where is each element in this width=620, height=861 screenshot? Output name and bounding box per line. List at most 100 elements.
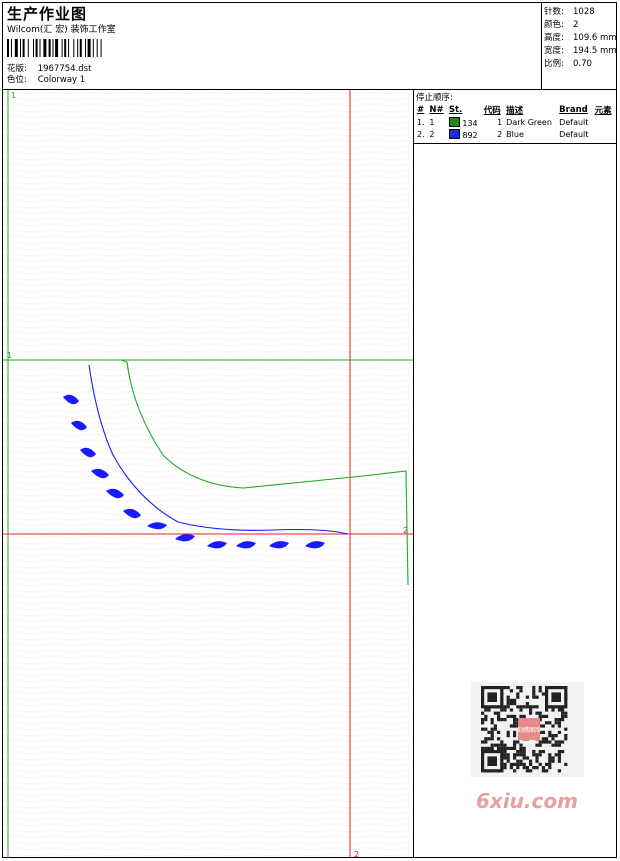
qr-module	[522, 753, 526, 757]
qr-module	[506, 730, 510, 734]
qr-module	[513, 762, 517, 766]
qr-module	[519, 746, 523, 750]
qr-module	[519, 743, 523, 747]
qr-module	[497, 714, 501, 718]
qr-module	[503, 708, 507, 712]
barcode-bar	[96, 39, 98, 57]
element	[593, 116, 615, 128]
brand: Default	[559, 129, 589, 139]
stat-stitches: 针数: 1028	[544, 7, 595, 17]
qr-module	[548, 756, 552, 760]
stitch-count: 892	[447, 128, 482, 140]
qr-module	[484, 727, 488, 731]
qr-module	[548, 730, 552, 734]
qr-module	[497, 718, 501, 722]
watermark-text: 6xiu.com	[476, 789, 578, 813]
qr-module	[551, 737, 555, 741]
qr-module	[535, 756, 539, 760]
qr-module	[538, 750, 542, 754]
qr-module	[503, 753, 507, 757]
qr-module	[548, 766, 552, 770]
col-header: 描述	[506, 105, 524, 116]
qr-module	[541, 714, 545, 718]
barcode-bar	[100, 39, 102, 57]
qr-module	[513, 740, 517, 744]
qr-module	[513, 769, 517, 773]
qr-module	[557, 743, 561, 747]
qr-module	[519, 759, 523, 763]
qr-module	[554, 734, 558, 738]
qr-module	[513, 721, 517, 725]
qr-module	[529, 762, 533, 766]
color-code: 2	[497, 129, 503, 139]
col-header: N#	[429, 104, 444, 115]
qr-module	[557, 740, 561, 744]
qr-module	[509, 746, 513, 750]
barcode-bar	[61, 39, 63, 57]
qr-module	[516, 753, 520, 757]
qr-module	[516, 766, 520, 770]
row-number: 1.	[417, 117, 425, 127]
qr-module	[532, 766, 536, 770]
qr-module	[519, 689, 523, 693]
qr-module	[535, 766, 539, 770]
qr-module	[545, 708, 549, 712]
qr-module	[535, 753, 539, 757]
meta-row-colorway: 色位: Colorway 1	[7, 75, 542, 86]
sheet-title: 生产作业图	[7, 5, 88, 23]
qr-module	[532, 705, 536, 709]
stat-scale: 比例: 0.70	[544, 59, 592, 69]
meta-value: 1967754.dst	[37, 64, 92, 74]
qr-module	[535, 695, 539, 699]
qr-module	[554, 743, 558, 747]
qr-module	[509, 714, 513, 718]
color-description: Dark Green	[506, 117, 552, 127]
barcode-bar	[14, 39, 18, 57]
qr-module	[551, 708, 555, 712]
qr-module	[532, 695, 536, 699]
guide-label-green-h: 1	[7, 351, 12, 360]
qr-module	[525, 702, 529, 706]
qr-finder	[551, 692, 561, 702]
qr-module	[525, 766, 529, 770]
qr-module	[487, 730, 491, 734]
qr-module	[554, 721, 558, 725]
qr-module	[509, 724, 513, 728]
qr-module	[538, 762, 542, 766]
barcode-bar	[7, 39, 9, 57]
barcode-bar	[22, 39, 25, 57]
qr-module	[525, 756, 529, 760]
qr-module	[551, 743, 555, 747]
qr-module	[557, 756, 561, 760]
col-header: Brand	[559, 104, 588, 115]
qr-module	[541, 730, 545, 734]
stats-panel: 针数: 1028 颜色: 2 高度: 109.6 mm 宽度: 194.5 mm 比例:…	[541, 3, 618, 89]
qr-module	[564, 737, 568, 741]
qr-finder	[487, 692, 497, 702]
col-header: 元素	[594, 105, 612, 116]
meta-value: Colorway 1	[37, 75, 86, 85]
qr-module	[506, 698, 510, 702]
fabric-texture	[3, 90, 413, 858]
qr-module	[497, 746, 501, 750]
qr-module	[545, 762, 549, 766]
qr-module	[490, 730, 494, 734]
qr-module	[506, 702, 510, 706]
qr-module	[561, 711, 565, 715]
barcode-bar	[85, 39, 86, 57]
qr-module	[522, 762, 526, 766]
table-row: 1. 1 134 1 Dark Green Default	[415, 116, 615, 128]
qr-module	[529, 769, 533, 773]
qr-module	[490, 743, 494, 747]
barcode-bar	[64, 39, 67, 57]
barcode-bar	[48, 39, 51, 57]
qr-module	[535, 759, 539, 763]
qr-module	[503, 746, 507, 750]
qr-module	[490, 737, 494, 741]
stitch-count: 134	[447, 116, 482, 128]
qr-module	[522, 746, 526, 750]
qr-module	[538, 686, 542, 690]
qr-module	[487, 737, 491, 741]
qr-module	[545, 714, 549, 718]
sheet-subtitle: Wilcom(汇 宏) 装饰工作室	[7, 25, 116, 35]
